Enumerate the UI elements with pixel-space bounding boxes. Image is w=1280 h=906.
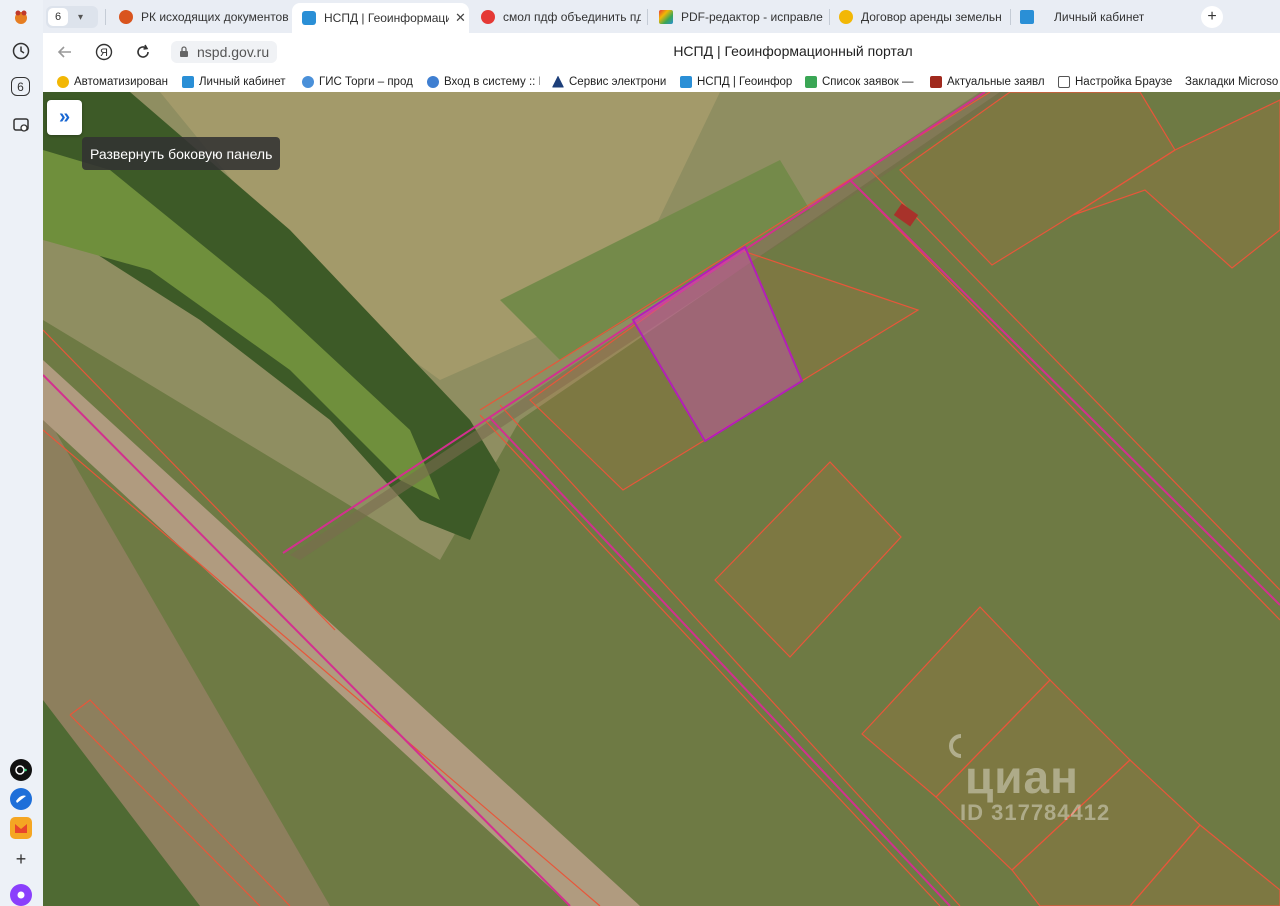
document-icon: [1058, 75, 1070, 88]
tab-title: РК исходящих документов: [141, 10, 289, 24]
address-bar: Я nspd.gov.ru НСПД | Геоинформационный п…: [43, 33, 1280, 71]
tab-favicon-icon: [839, 10, 853, 24]
tab-counter-value: 6: [48, 8, 68, 26]
bookmark-label: Настройка Браузе: [1075, 75, 1172, 88]
tab-title: PDF-редактор - исправле: [681, 10, 823, 24]
bookmark-label: Актуальные заявл: [947, 75, 1045, 88]
bookmark-label: Личный кабинет: [199, 75, 286, 88]
tab-favicon-icon: [119, 10, 133, 24]
tab-favicon-icon: [659, 10, 673, 24]
bookmark-favicon-icon: [57, 75, 69, 88]
tab-divider: [105, 9, 106, 25]
tab-pdf-merge[interactable]: смол пдф объединить пдф: [471, 3, 641, 31]
watermark-id: ID 317784412: [960, 800, 1111, 825]
bookmark-label: Вход в систему :: I: [444, 75, 540, 88]
chevron-down-icon: ▾: [78, 11, 84, 23]
tooltip-text: Развернуть боковую панель: [90, 145, 273, 162]
bookmark-favicon-icon: [427, 75, 439, 88]
bookmarks-bar: Автоматизирован Личный кабинет ГИС Торги…: [43, 71, 1280, 92]
bookmark-favicon-icon: [302, 75, 314, 88]
bookmark-label: НСПД | Геоинфор: [697, 75, 792, 88]
alice-app-icon[interactable]: [10, 759, 32, 781]
tab-title: Личный кабинет: [1054, 10, 1145, 24]
expand-sidebar-button[interactable]: »: [47, 100, 82, 135]
bookmark-item[interactable]: НСПД | Геоинфор: [680, 73, 792, 90]
reload-button[interactable]: [133, 42, 153, 62]
url-field[interactable]: nspd.gov.ru: [171, 41, 278, 63]
tab-title: смол пдф объединить пдф: [503, 10, 641, 24]
bookmark-item[interactable]: Актуальные заявл: [930, 73, 1046, 90]
tab-favicon-icon: [302, 11, 316, 25]
bookmark-favicon-icon: [805, 75, 817, 88]
bookmark-label: Автоматизирован: [74, 75, 169, 88]
tab-personal-account[interactable]: Личный кабинет: [1010, 3, 1190, 31]
mail-app-icon[interactable]: [10, 817, 32, 839]
map-viewport[interactable]: циан ID 317784412: [43, 92, 1280, 906]
tab-title: Договор аренды земельн: [861, 10, 1002, 24]
assistant-icon[interactable]: [10, 884, 32, 906]
bookmark-favicon-icon: [680, 75, 692, 88]
double-chevron-right-icon: »: [58, 106, 71, 128]
bookmark-item[interactable]: Закладки Microso: [1185, 73, 1280, 90]
lock-icon: [180, 46, 188, 57]
svg-text:Я: Я: [100, 47, 108, 59]
bookmark-item[interactable]: Автоматизирован: [57, 73, 175, 90]
bookmark-item[interactable]: Сервис электрони: [552, 73, 668, 90]
close-tab-icon[interactable]: ✕: [455, 10, 466, 26]
yandex-home-icon[interactable]: Я: [94, 42, 114, 62]
bookmark-favicon-icon: [930, 75, 942, 88]
messenger-app-icon[interactable]: [10, 788, 32, 810]
tab-divider: [647, 9, 648, 25]
bookmark-item[interactable]: Личный кабинет: [182, 73, 297, 90]
tab-pdf-editor[interactable]: PDF-редактор - исправле: [649, 3, 827, 31]
add-app-icon[interactable]: +: [10, 848, 32, 870]
cian-watermark: циан ID 317784412: [925, 730, 1165, 830]
tab-outgoing-documents[interactable]: РК исходящих документов: [109, 3, 289, 31]
bookmark-favicon-icon: [182, 75, 194, 88]
watermark-brand: циан: [965, 751, 1079, 803]
tab-nspd[interactable]: НСПД | Геоинформаци ✕: [292, 3, 469, 33]
bookmark-label: ГИС Торги – прод: [319, 75, 413, 88]
tab-favicon-icon: [481, 10, 495, 24]
tab-land-lease[interactable]: Договор аренды земельн: [829, 3, 1009, 31]
back-button[interactable]: [55, 42, 75, 62]
tab-title: НСПД | Геоинформаци: [324, 11, 449, 25]
history-icon[interactable]: [10, 40, 32, 62]
tabs-count-label: 6: [17, 79, 24, 94]
screenshot-icon[interactable]: [10, 114, 32, 136]
bookmark-label: Сервис электрони: [569, 75, 667, 88]
tab-bar: 6 ▾ РК исходящих документов НСПД | Геоин…: [43, 0, 1280, 33]
new-tab-button[interactable]: +: [1201, 6, 1223, 28]
bookmark-label: Список заявок —: [822, 75, 914, 88]
bookmark-item[interactable]: Настройка Браузе: [1058, 73, 1172, 90]
bookmark-favicon-icon: [552, 75, 564, 88]
expand-sidebar-tooltip: Развернуть боковую панель: [82, 137, 281, 170]
tabs-count-icon[interactable]: 6: [11, 77, 30, 96]
plus-icon: +: [1207, 8, 1217, 25]
page-title: НСПД | Геоинформационный портал: [673, 43, 913, 59]
location-pin-icon: [949, 734, 961, 758]
bookmark-item[interactable]: Вход в систему :: I: [427, 73, 540, 90]
bookmark-item[interactable]: ГИС Торги – прод: [302, 73, 415, 90]
url-text: nspd.gov.ru: [197, 44, 270, 60]
bookmark-item[interactable]: Список заявок —: [805, 73, 917, 90]
tab-counter-button[interactable]: 6 ▾: [46, 6, 98, 28]
bookmark-label: Закладки Microso: [1185, 75, 1279, 88]
browser-left-rail: 6 +: [0, 0, 43, 906]
tab-favicon-icon: [1020, 10, 1034, 24]
browser-logo-icon[interactable]: [10, 6, 32, 28]
